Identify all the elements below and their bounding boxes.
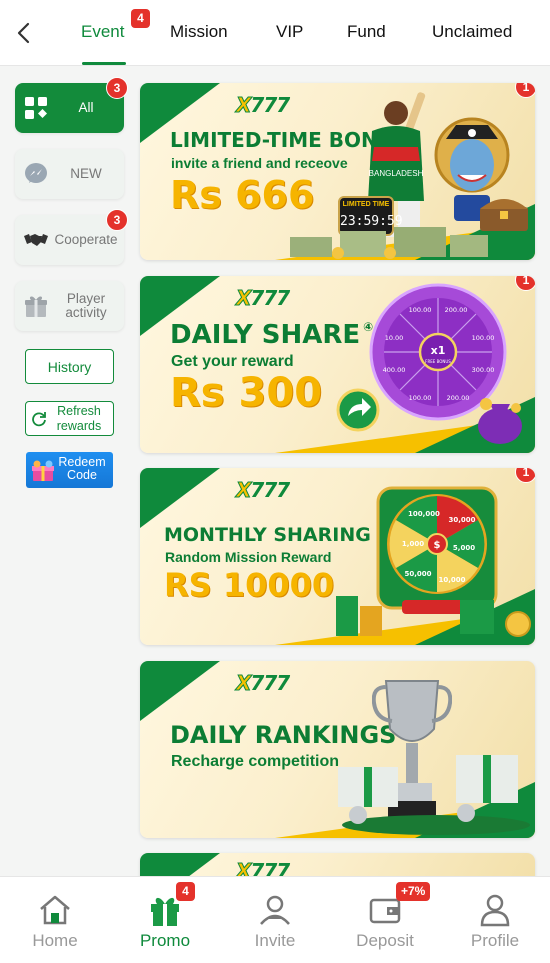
gift-icon [25,296,47,317]
wheel-value: 400.00 [383,366,406,374]
wheel-value: 50,000 [404,570,431,578]
back-arrow-icon[interactable] [12,20,38,46]
wheel-value: 300.00 [472,366,495,374]
banner-notification-badge: 1 [515,83,535,98]
banner-monthly-sharing[interactable]: X777 MONTHLY SHARING Random Mission Rewa… [140,468,535,645]
tab-event-label: Event [81,22,125,41]
nav-deposit-badge: +7% [396,882,431,901]
active-tab-indicator [82,62,126,65]
nav-deposit[interactable]: +7% Deposit [330,877,440,963]
banner-subtitle: invite a friend and receove [171,155,348,171]
nav-profile-label: Profile [470,931,520,950]
wheel-value: 100.00 [472,334,495,342]
nav-profile[interactable]: Profile [440,877,550,963]
banner-amount: Rs 300 [170,370,323,416]
nav-promo-badge: 4 [176,882,195,901]
refresh-rewards-label: Refresh rewards [56,403,102,433]
banner-subtitle: Recharge competition [171,753,340,770]
nav-deposit-label: Deposit [356,931,414,950]
share-arrow-icon [336,388,380,432]
sidebar-cooperate-badge: 3 [106,209,128,231]
banner-limited-time-bonus[interactable]: X777 LIMITED-TIME BONUS invite a friend … [140,83,535,260]
redeem-code-label: Redeem Code [58,455,106,482]
wheel-value: 1,000 [402,540,424,548]
banner-daily-share[interactable]: X777 DAILY SHARE ④ Get your reward Rs 300… [140,276,535,453]
brand-logo: X777 [235,671,290,696]
tab-mission[interactable]: Mission [170,22,228,42]
history-button-label: History [47,358,92,375]
banner-title: MONTHLY SHARING [164,524,371,546]
wheel-value: 5,000 [453,544,475,552]
banner-notification-badge: 1 [515,468,535,483]
home-icon [40,895,70,925]
nav-home[interactable]: Home [0,877,110,963]
svg-text:$: $ [434,540,441,551]
banner-subtitle: Get your reward [171,353,294,370]
messenger-icon [25,163,47,183]
wheel-center-caption: FREE BONUS [425,359,451,364]
tab-event-badge: 4 [131,9,150,28]
sidebar-item-player-activity[interactable]: Player activity [15,281,124,331]
refresh-rewards-button[interactable]: Refresh rewards [25,401,114,436]
cash-stacks-illustration [290,227,488,259]
history-button[interactable]: History [25,349,114,384]
nav-promo[interactable]: 4 Promo [110,877,220,963]
profile-icon [480,894,510,927]
sidebar-item-new[interactable]: NEW [15,149,124,199]
redeem-gift-icon [32,460,54,481]
banner-title-text: DAILY SHARE [170,320,361,350]
money-bag-icon [478,398,522,444]
wheel-value: 200.00 [445,306,468,314]
wheel-value: 10.00 [385,334,404,342]
nav-home-label: Home [32,931,78,950]
wheel-value: 100.00 [409,394,432,402]
banner-title: DAILY RANKINGS [170,721,397,749]
brand-logo: X777 [235,93,290,118]
tab-event[interactable]: Event [81,22,124,42]
jersey-text: BANGLADESH [369,169,424,178]
wheel-value: 100.00 [409,306,432,314]
refresh-icon [32,412,46,427]
invite-icon [260,895,290,925]
countdown-label: LIMITED TIME [342,201,390,208]
nav-invite-label: Invite [254,931,296,950]
sidebar-item-player-activity-label: Player activity [65,291,107,320]
gift-boxes-illustration [338,755,530,835]
wheel-center-multiplier: x1 [431,344,446,357]
wheel-value: 30,000 [448,516,475,524]
sidebar-item-new-label: NEW [70,166,102,181]
tab-fund[interactable]: Fund [347,22,386,42]
handshake-icon [24,234,48,246]
banner-amount: RS 10000 [164,566,335,604]
banner-subtitle: Random Mission Reward [165,549,332,565]
sidebar-item-cooperate[interactable]: Cooperate 3 [15,209,128,265]
redeem-code-button[interactable]: Redeem Code [26,452,113,488]
bottom-navigation: Home 4 Promo Invite +7% Deposit Profile [0,876,550,963]
tab-unclaimed[interactable]: Unclaimed [432,22,512,42]
sidebar-item-all[interactable]: All 3 [15,77,128,133]
nav-promo-label: Promo [139,931,191,950]
tab-vip[interactable]: VIP [276,22,303,42]
brand-logo: X777 [235,478,290,503]
grid-icon [25,97,47,119]
nav-invite[interactable]: Invite [220,877,330,963]
banner-amount: Rs 666 [170,173,315,217]
banner-daily-rankings[interactable]: X777 DAILY RANKINGS Recharge competition [140,661,535,838]
banner-notification-badge: 1 [515,276,535,291]
brand-logo: X777 [235,286,290,311]
coin-stacks-illustration [336,596,531,637]
wheel-value: 100,000 [408,510,440,518]
wheel-value: 200.00 [447,394,470,402]
top-tab-bar: Event 4 Mission VIP Fund Unclaimed [0,0,550,66]
banner-title: DAILY SHARE ④ [170,320,373,350]
sidebar-all-badge: 3 [106,77,128,99]
